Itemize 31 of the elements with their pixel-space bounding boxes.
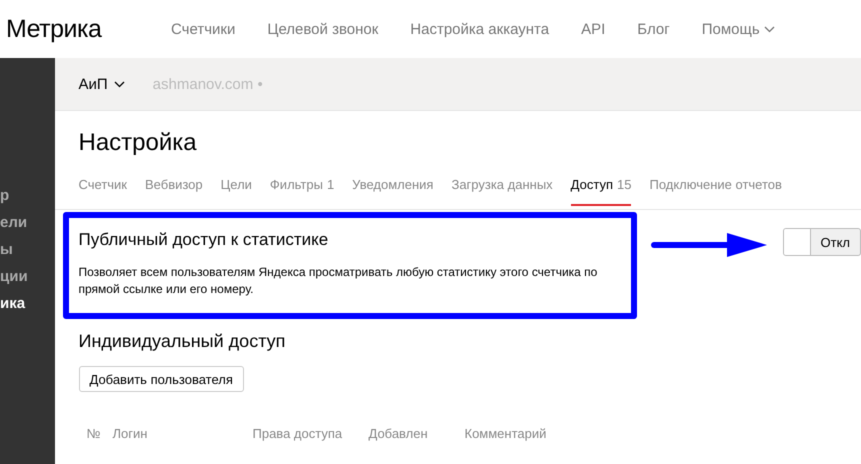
public-access-toggle[interactable]: Откл — [782, 228, 861, 256]
nav-link[interactable]: Настройка аккаунта — [410, 20, 550, 38]
sidebar-item[interactable]: ика — [0, 294, 54, 331]
column-header: Добавлен — [368, 426, 429, 441]
nav-link[interactable]: Помощь — [702, 20, 775, 38]
add-user-button[interactable]: Добавить пользователя — [78, 366, 244, 392]
tab[interactable]: Доступ 15 — [570, 171, 632, 206]
tab[interactable]: Уведомления — [352, 171, 434, 206]
tab[interactable]: Фильтры 1 — [270, 171, 334, 206]
nav-link[interactable]: API — [581, 20, 606, 38]
tab[interactable]: Цели — [220, 171, 252, 206]
section-title: Публичный доступ к статистике — [78, 230, 330, 250]
section-description: Позволяет всем пользователям Яндекса просматривать любую статистику этого счетчика по прямой ссылке или его номеру. — [78, 264, 598, 298]
page-title: Настройка — [78, 129, 198, 158]
nav-link[interactable]: Счетчики — [171, 20, 236, 38]
nav-link[interactable]: Блог — [637, 20, 670, 38]
tab[interactable]: Вебвизор — [145, 171, 203, 206]
nav-link[interactable]: Целевой звонок — [267, 20, 378, 38]
column-header: Права доступа — [252, 426, 344, 441]
chevron-down-icon — [764, 26, 775, 32]
column-header: Комментарий — [464, 426, 548, 441]
column-header: № — [86, 426, 102, 441]
chevron-down-icon — [114, 80, 125, 88]
column-header: Логин — [112, 426, 148, 441]
tab[interactable]: Подключение отчетов — [649, 171, 782, 206]
counter-selector[interactable]: АиП — [78, 76, 125, 92]
tab[interactable]: Загрузка данных — [451, 171, 553, 206]
section-title: Индивидуальный доступ — [78, 331, 286, 352]
tab[interactable]: Счетчик — [78, 171, 127, 206]
arrow-icon — [650, 232, 766, 258]
logo-text[interactable]: Метрика — [0, 14, 158, 44]
